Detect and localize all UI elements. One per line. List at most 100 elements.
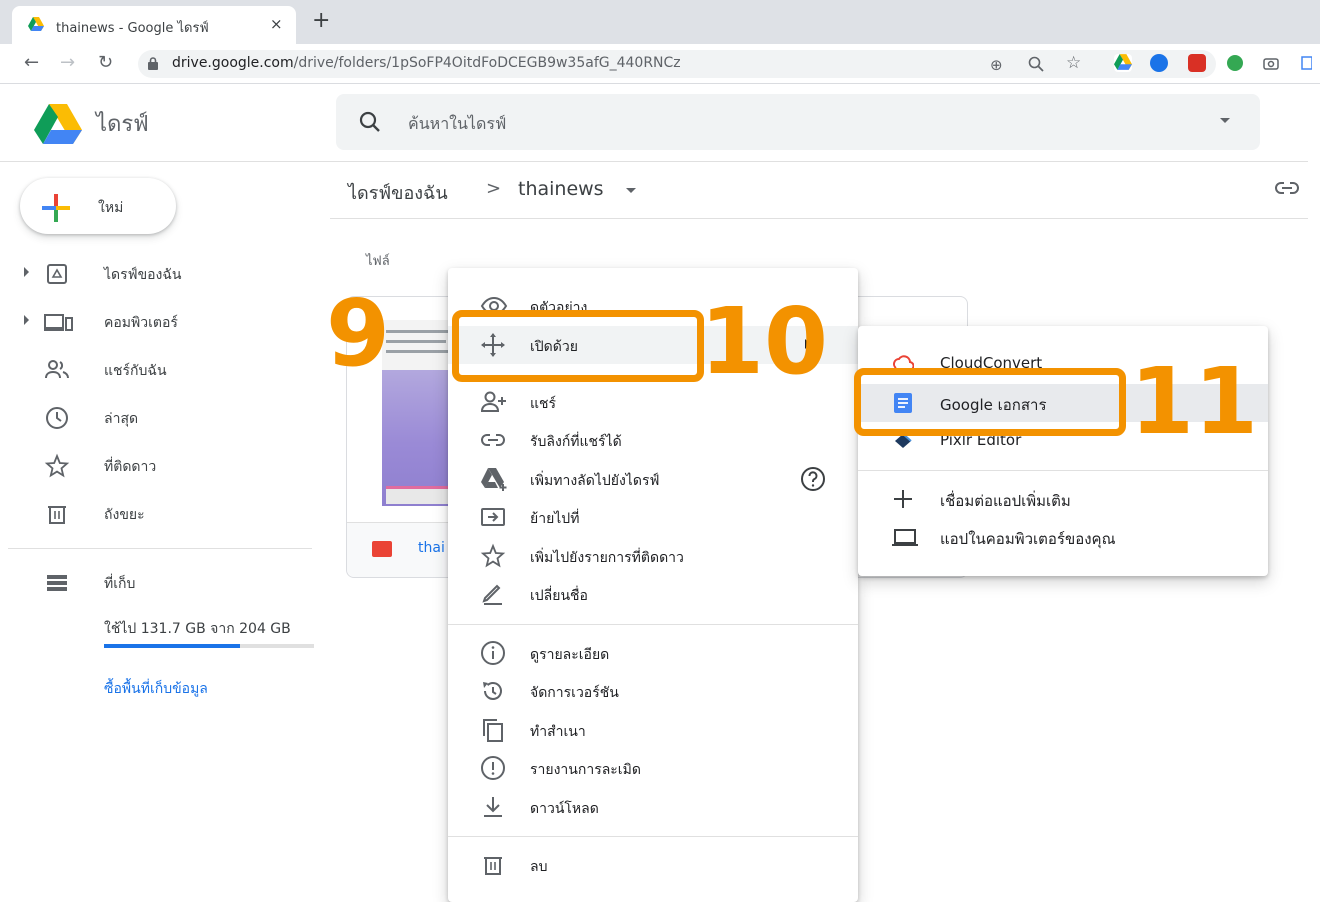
annotation-box-google-docs [854, 368, 1126, 436]
thumbnail-text-line [386, 330, 456, 333]
address-bar[interactable]: drive.google.com/drive/folders/1pSoFP4Oi… [138, 50, 1216, 78]
search-input[interactable]: ค้นหาในไดรฟ์ [408, 112, 506, 137]
menu-item-add-star[interactable]: เพิ่มไปยังรายการที่ติดดาว [448, 537, 858, 575]
annotation-step-number: 10 [700, 288, 829, 395]
submenu-item-label: เชื่อมต่อแอปเพิ่มเติม [940, 492, 1071, 510]
sidebar-item-starred[interactable]: ที่ติดดาว [0, 445, 330, 485]
trash-icon [480, 852, 506, 878]
move-to-folder-icon [480, 504, 506, 530]
bookmark-star-icon[interactable]: ☆ [1066, 53, 1081, 73]
add-person-icon [480, 389, 506, 415]
menu-item-report-abuse[interactable]: รายงานการละเมิด [448, 749, 858, 787]
sidebar-item-label: ล่าสุด [104, 411, 139, 427]
sidebar-item-label: คอมพิวเตอร์ [104, 315, 178, 331]
menu-item-label: ดูรายละเอียด [530, 647, 610, 663]
link-icon[interactable] [1274, 180, 1300, 196]
menu-item-label: แชร์ [530, 396, 557, 412]
thumbnail-text-line [386, 340, 446, 343]
help-icon[interactable] [800, 466, 826, 492]
menu-item-details[interactable]: ดูรายละเอียด [448, 634, 858, 672]
app-title: ไดรฟ์ [96, 112, 149, 137]
annotation-step-number: 11 [1130, 348, 1259, 455]
file-name[interactable]: thai [418, 540, 448, 556]
tab-close-icon[interactable]: × [270, 15, 283, 33]
extension-circle-icon[interactable] [1150, 54, 1168, 72]
sidebar-item-storage[interactable]: ที่เก็บ [0, 562, 330, 602]
sidebar-item-trash[interactable]: ถังขยะ [0, 493, 330, 533]
storage-quota-fill [104, 644, 240, 648]
main-divider [330, 218, 1308, 219]
sidebar-item-recent[interactable]: ล่าสุด [0, 397, 330, 437]
plus-icon [892, 488, 914, 510]
search-icon[interactable] [358, 110, 382, 134]
buy-storage-link[interactable]: ซื้อพื้นที่เก็บข้อมูล [104, 678, 208, 700]
menu-item-manage-versions[interactable]: จัดการเวอร์ชัน [448, 672, 858, 710]
people-icon [44, 357, 70, 383]
breadcrumb-my-drive[interactable]: ไดรฟ์ของฉัน [348, 178, 448, 207]
sidebar-item-computers[interactable]: คอมพิวเตอร์ [0, 301, 330, 341]
menu-item-remove[interactable]: ลบ [448, 846, 858, 884]
menu-item-move-to[interactable]: ย้ายไปที่ [448, 498, 858, 536]
extension-red-icon[interactable] [1188, 54, 1206, 72]
clock-icon [44, 405, 70, 431]
sidebar-item-label: ที่เก็บ [104, 576, 136, 592]
menu-item-label: เพิ่มทางลัดไปยังไดรฟ์ [530, 473, 660, 489]
menu-item-label: เปลี่ยนชื่อ [530, 588, 588, 604]
expand-arrow-icon[interactable] [24, 315, 29, 325]
new-tab-button[interactable]: + [312, 8, 330, 33]
browser-tab[interactable]: thainews - Google ไดรฟ์ × [12, 6, 296, 44]
image-file-icon [372, 541, 392, 557]
plus-icon [40, 192, 72, 224]
annotation-box-open-with [452, 310, 704, 382]
menu-item-make-copy[interactable]: ทำสำเนา [448, 711, 858, 749]
menu-item-label: จัดการเวอร์ชัน [530, 685, 619, 701]
menu-item-get-link[interactable]: รับลิงก์ที่แชร์ได้ [448, 421, 858, 459]
sidebar-item-shared-with-me[interactable]: แชร์กับฉัน [0, 349, 330, 389]
submenu-item-computer-apps[interactable]: แอปในคอมพิวเตอร์ของคุณ [858, 518, 1268, 556]
submenu-item-connect-more-apps[interactable]: เชื่อมต่อแอปเพิ่มเติม [858, 480, 1268, 518]
my-drive-icon [44, 261, 70, 287]
zoom-icon[interactable] [1028, 56, 1044, 72]
menu-divider [448, 624, 858, 625]
storage-quota-text: ใช้ไป 131.7 GB จาก 204 GB [104, 621, 291, 637]
thumbnail-text-line [386, 350, 452, 353]
sidebar-divider [8, 548, 312, 549]
extension-green-icon[interactable] [1226, 54, 1244, 72]
extension-camera-icon[interactable] [1262, 54, 1280, 72]
sidebar-item-label: ไดรฟ์ของฉัน [104, 267, 182, 283]
search-options-icon[interactable] [1220, 118, 1230, 123]
submenu-item-label: แอปในคอมพิวเตอร์ของคุณ [940, 530, 1116, 548]
submenu-divider [858, 470, 1268, 471]
menu-item-label: เพิ่มไปยังรายการที่ติดดาว [530, 550, 684, 566]
reload-icon[interactable]: ↻ [98, 52, 113, 73]
search-bar[interactable]: ค้นหาในไดรฟ์ [336, 94, 1260, 150]
expand-arrow-icon[interactable] [24, 267, 29, 277]
menu-item-add-shortcut[interactable]: เพิ่มทางลัดไปยังไดรฟ์ [448, 460, 858, 498]
sidebar-item-label: ถังขยะ [104, 507, 145, 523]
alert-icon [480, 755, 506, 781]
sidebar-item-my-drive[interactable]: ไดรฟ์ของฉัน [0, 253, 330, 293]
new-button[interactable]: ใหม่ [20, 178, 176, 234]
back-arrow-icon[interactable]: ← [24, 52, 39, 73]
laptop-icon [892, 526, 918, 548]
forward-arrow-icon[interactable]: → [60, 52, 75, 73]
extension-edge-icon[interactable] [1300, 54, 1316, 72]
folder-menu-caret-icon[interactable] [626, 188, 636, 193]
menu-item-label: ย้ายไปที่ [530, 511, 580, 527]
address-url: drive.google.com/drive/folders/1pSoFP4Oi… [172, 55, 681, 71]
menu-item-label: ลบ [530, 859, 548, 875]
info-icon [480, 640, 506, 666]
breadcrumb-separator: > [486, 178, 502, 199]
history-icon [480, 678, 506, 704]
star-icon [44, 453, 70, 479]
install-icon[interactable]: ⊕ [990, 56, 1003, 74]
menu-item-rename[interactable]: เปลี่ยนชื่อ [448, 575, 858, 613]
extension-drive-icon[interactable] [1114, 54, 1132, 72]
menu-item-download[interactable]: ดาวน์โหลด [448, 788, 858, 826]
star-icon [480, 543, 506, 569]
drive-logo-icon[interactable] [34, 104, 82, 144]
drive-shortcut-icon [480, 466, 507, 492]
breadcrumb-current-folder[interactable]: thainews [518, 178, 604, 200]
files-heading: ไฟล์ [366, 254, 390, 269]
menu-item-label: ทำสำเนา [530, 724, 586, 740]
